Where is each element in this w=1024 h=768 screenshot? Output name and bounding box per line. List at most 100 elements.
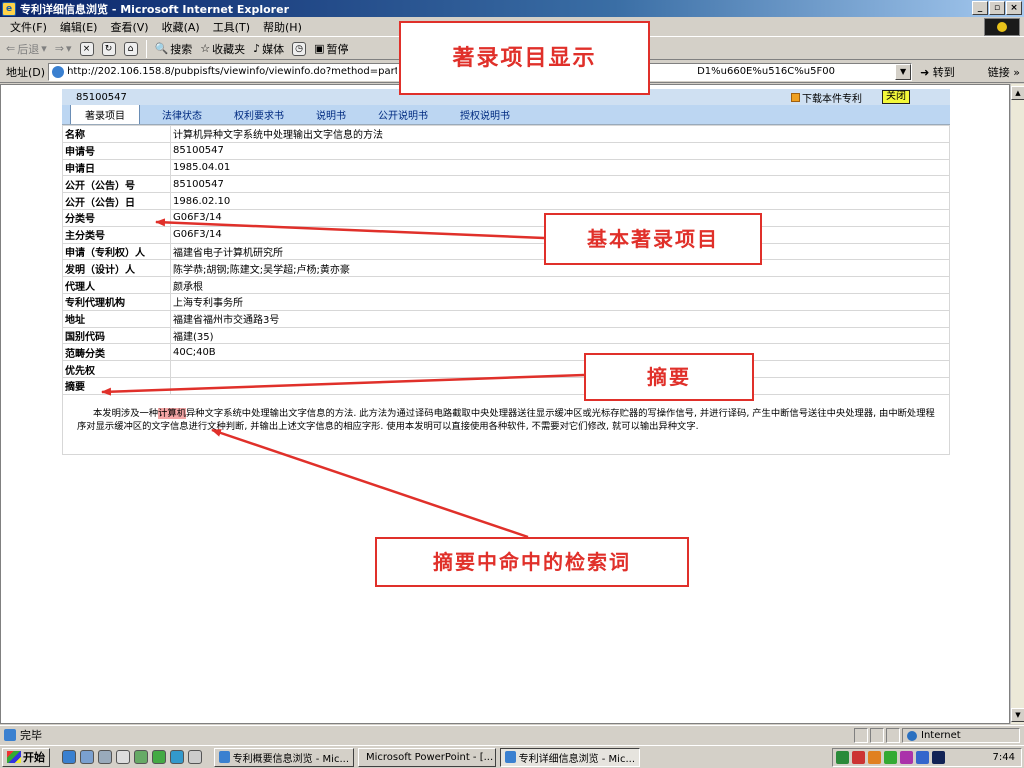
abstract-prefix: 本发明涉及一种: [93, 407, 159, 419]
favorites-button[interactable]: ☆ 收藏夹: [200, 41, 245, 57]
taskbar-item-detail[interactable]: 专利详细信息浏览 - Mic...: [500, 747, 640, 767]
field-label: 公开（公告）号: [62, 175, 171, 194]
pause-button[interactable]: ▣ 暂停: [314, 41, 348, 57]
security-zone: Internet: [902, 728, 1020, 743]
maximize-button[interactable]: ▫: [989, 1, 1005, 15]
table-row: 公开（公告）号 85100547: [62, 175, 950, 194]
table-row: 专利代理机构 上海专利事务所: [62, 292, 950, 311]
windows-logo-icon: [984, 18, 1020, 36]
tray-antivirus-icon[interactable]: [852, 751, 865, 764]
pause-icon: ▣: [314, 42, 325, 55]
page-icon: [52, 65, 65, 78]
outlook-icon[interactable]: [80, 750, 94, 764]
taskbar-item-summary[interactable]: 专利概要信息浏览 - Mic...: [214, 747, 354, 767]
field-label: 国别代码: [62, 326, 171, 345]
field-label: 主分类号: [62, 225, 171, 244]
tab-grant-description[interactable]: 授权说明书: [450, 105, 520, 124]
ie-icon[interactable]: [62, 750, 76, 764]
status-bar: 完毕 Internet: [0, 725, 1024, 744]
scroll-down-icon[interactable]: ▼: [1011, 708, 1024, 722]
close-button[interactable]: 关闭: [882, 90, 910, 104]
patent-detail-panel: 85100547 下载本件专利 关闭 著录项目 法律状态 权利要求书 说明书 公…: [62, 89, 950, 455]
field-value: 85100547: [170, 175, 950, 194]
start-button[interactable]: 开始: [2, 747, 50, 767]
menu-file[interactable]: 文件(F): [10, 19, 47, 35]
table-row: 公开（公告）日 1986.02.10: [62, 192, 950, 210]
field-label: 分类号: [62, 208, 171, 227]
field-value: 40C;40B: [170, 343, 950, 362]
tab-publication-description[interactable]: 公开说明书: [368, 105, 438, 124]
zone-label: Internet: [921, 730, 961, 741]
field-label: 名称: [62, 125, 171, 143]
field-label: 摘要: [62, 376, 171, 395]
media-button[interactable]: ♪ 媒体: [253, 41, 284, 57]
go-button[interactable]: ➜ 转到: [920, 64, 955, 80]
task-label: 专利概要信息浏览 - Mic...: [232, 753, 349, 765]
table-row: 代理人 颜承根: [62, 276, 950, 294]
download-icon: [791, 93, 800, 102]
explorer-icon[interactable]: [98, 750, 112, 764]
table-row: 地址 福建省福州市交通路3号: [62, 309, 950, 328]
callout-basic-fields: 基本著录项目: [544, 213, 762, 265]
show-desktop-icon[interactable]: [116, 750, 130, 764]
menu-edit[interactable]: 编辑(E): [60, 19, 98, 35]
menu-view[interactable]: 查看(V): [110, 19, 148, 35]
tree-icon[interactable]: [152, 750, 166, 764]
links-label: 链接: [987, 65, 1010, 79]
status-pane: [870, 728, 884, 743]
tab-legal-status[interactable]: 法律状态: [152, 105, 212, 124]
tray-volume-icon[interactable]: [884, 751, 897, 764]
tray-ime-icon[interactable]: [916, 751, 929, 764]
start-label: 开始: [23, 751, 45, 764]
vertical-scrollbar[interactable]: ▲ ▼: [1010, 84, 1024, 724]
home-icon[interactable]: ⌂: [123, 41, 138, 56]
tray-network-icon[interactable]: [836, 751, 849, 764]
tray-display-icon[interactable]: [900, 751, 913, 764]
tray-language-icon[interactable]: [932, 751, 945, 764]
tray-app-icon[interactable]: [868, 751, 881, 764]
table-row: 国别代码 福建(35): [62, 326, 950, 345]
ie-icon: [219, 751, 230, 763]
address-url-start: http://202.106.158.8/pubpisfts/viewinfo/…: [67, 66, 398, 77]
menu-help[interactable]: 帮助(H): [263, 19, 302, 35]
favorites-label: 收藏夹: [212, 42, 246, 56]
media-player-icon[interactable]: [134, 750, 148, 764]
menu-favorites[interactable]: 收藏(A): [162, 19, 200, 35]
menu-tools[interactable]: 工具(T): [213, 19, 250, 35]
back-label: 后退: [17, 42, 40, 56]
bibliographic-table: 名称 计算机异种文字系统中处理输出文字信息的方法 申请号 85100547 申请日 1…: [62, 125, 950, 395]
pause-label: 暂停: [326, 42, 349, 56]
close-window-button[interactable]: ×: [1006, 1, 1022, 15]
tab-claims[interactable]: 权利要求书: [224, 105, 294, 124]
chevron-right-icon: »: [1013, 65, 1020, 79]
tab-bibliographic[interactable]: 著录项目: [70, 104, 140, 124]
download-patent-link[interactable]: 下载本件专利: [791, 90, 862, 105]
chevron-down-icon[interactable]: ▼: [895, 63, 912, 80]
taskbar-item-powerpoint[interactable]: Microsoft PowerPoint - [...: [358, 747, 496, 767]
quick-launch: [62, 750, 202, 764]
messenger-icon[interactable]: [170, 750, 184, 764]
minimize-button[interactable]: _: [972, 1, 988, 15]
history-icon[interactable]: ◷: [292, 41, 307, 56]
stop-icon[interactable]: ×: [79, 41, 94, 56]
ie-icon: [505, 751, 516, 763]
patent-id: 85100547: [76, 91, 127, 103]
tab-description[interactable]: 说明书: [306, 105, 356, 124]
field-value: 福建省福州市交通路3号: [170, 309, 950, 328]
system-tray: 7:44: [832, 748, 1022, 767]
media-icon: ♪: [253, 42, 261, 55]
refresh-icon[interactable]: ↻: [101, 41, 116, 56]
field-value: 福建(35): [170, 326, 950, 345]
search-button[interactable]: 🔍 搜索: [155, 41, 193, 57]
clock: 7:44: [992, 752, 1015, 763]
forward-button[interactable]: ⇒ ▾: [55, 42, 72, 55]
back-button[interactable]: ⇐ 后退 ▾: [6, 41, 47, 57]
window-icon[interactable]: [188, 750, 202, 764]
links-button[interactable]: 链接 »: [988, 64, 1020, 80]
scroll-up-icon[interactable]: ▲: [1011, 86, 1024, 100]
field-label: 公开（公告）日: [62, 192, 171, 210]
field-value: [170, 360, 950, 378]
status-text: 完毕: [20, 729, 42, 742]
status-panes: Internet: [854, 728, 1020, 743]
page-done-icon: [4, 729, 16, 741]
